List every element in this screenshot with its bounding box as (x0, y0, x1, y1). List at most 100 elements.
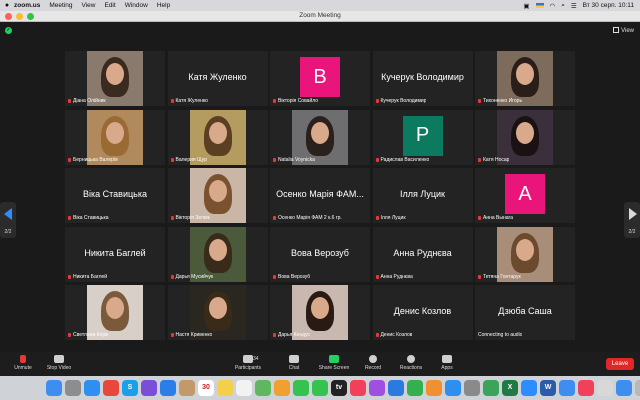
participant-tile[interactable]: В Вікторія Совайло (270, 51, 370, 106)
participant-name: Светлана Корж (73, 332, 109, 338)
security-shield-icon[interactable]: ✓ (5, 27, 12, 34)
participant-tile[interactable]: Катя Жуленко Катя Жуленко (167, 51, 268, 106)
apple-icon[interactable]: ● (0, 2, 14, 9)
zoom-icon[interactable] (521, 380, 537, 396)
appletv-icon[interactable]: tv (331, 380, 347, 396)
participant-tile[interactable]: Осенко Марія ФАМ... Осенко Марія ФАМ 2 к.… (270, 168, 370, 223)
viber-icon[interactable] (141, 380, 157, 396)
music2-icon[interactable] (578, 380, 594, 396)
participant-tile[interactable]: Дарья Мусийчук (167, 226, 268, 282)
video-camera-icon (54, 355, 64, 363)
participant-tile[interactable]: Вікторія Зелюк (167, 168, 268, 223)
muted-mic-icon (273, 157, 276, 162)
participant-tile[interactable]: Р Радислав Василенко (372, 109, 473, 165)
next-page-button[interactable]: 2/2 (624, 202, 640, 238)
view-button[interactable]: View (613, 27, 634, 34)
stop-video-button[interactable]: Stop Video (36, 355, 82, 371)
settings-icon[interactable] (464, 380, 480, 396)
participant-tile[interactable]: Валерия Щур (167, 109, 268, 165)
downloads-icon[interactable] (616, 380, 632, 396)
participant-display-name: Катя Жуленко (188, 72, 247, 82)
participant-avatar: А (505, 174, 545, 214)
clock[interactable]: Вт 30 серп. 10:11 (583, 2, 634, 9)
participant-tile[interactable]: Анна Руднєва Анна Руднєва (372, 226, 473, 282)
chrome-icon[interactable] (103, 380, 119, 396)
participant-gallery: Діана Олійник Катя Жуленко Катя Жуленко В Ві… (65, 51, 575, 341)
participants-button[interactable]: 34 Participants (225, 355, 271, 371)
photos-icon[interactable] (274, 380, 290, 396)
participant-label: Дарья Мусийчук (170, 274, 213, 280)
participant-display-name: Никита Баглей (84, 247, 146, 258)
participant-tile[interactable]: Тетяна Гонтарук (475, 226, 575, 282)
word-icon[interactable]: W (540, 380, 556, 396)
music-icon[interactable] (350, 380, 366, 396)
muted-mic-icon (273, 99, 276, 103)
window-title-bar: Zoom Meeting (0, 11, 640, 22)
participant-tile[interactable]: Вова Верозуб Вова Верозуб (270, 226, 370, 282)
podcasts-icon[interactable] (369, 380, 385, 396)
menu-app[interactable]: zoom.us (14, 2, 40, 9)
participant-tile[interactable]: Кучерук Володимир Кучерук Володимир (372, 51, 473, 106)
keynote-icon[interactable] (388, 380, 404, 396)
participant-tile[interactable]: Ілля Луцик Ілля Луцик (372, 168, 473, 223)
appstore-icon[interactable] (445, 380, 461, 396)
menu-window[interactable]: Window (125, 2, 148, 9)
numbers-icon[interactable] (407, 380, 423, 396)
chrome2-icon[interactable] (483, 380, 499, 396)
finder-icon[interactable] (46, 380, 62, 396)
participant-tile[interactable]: А Анна Вынага (475, 168, 575, 223)
excel-icon[interactable]: X (502, 380, 518, 396)
notes-icon[interactable] (217, 380, 233, 396)
mail-icon[interactable] (160, 380, 176, 396)
participant-name: Вікторія Зелюк (175, 215, 210, 221)
participant-tile[interactable]: Катя Носар (475, 109, 575, 165)
launchpad-icon[interactable] (65, 380, 81, 396)
dock-apps: S 30 tv X W (42, 377, 640, 399)
maps-icon[interactable] (255, 380, 271, 396)
calendar-icon[interactable]: 30 (198, 380, 214, 396)
participant-name: Вікторія Совайло (278, 98, 319, 104)
facetime-icon[interactable] (293, 380, 309, 396)
pages-icon[interactable] (426, 380, 442, 396)
menu-help[interactable]: Help (157, 2, 170, 9)
apps-button[interactable]: Apps (424, 355, 470, 371)
menu-edit[interactable]: Edit (104, 2, 115, 9)
participant-tile[interactable]: Тихоненко Игорь (475, 51, 575, 106)
participant-tile[interactable]: Настя Кривенко (167, 285, 268, 340)
participant-tile[interactable]: Віка Ставицька Віка Ставицька (65, 168, 165, 223)
control-center-icon[interactable]: ☰ (571, 2, 577, 10)
participant-tile[interactable]: Никита Баглей Никита Баглей (65, 226, 165, 282)
reminders-icon[interactable] (236, 380, 252, 396)
messages-icon[interactable] (312, 380, 328, 396)
trash-icon[interactable] (635, 380, 640, 396)
prev-page-button[interactable]: 2/2 (0, 202, 16, 238)
muted-mic-icon (68, 216, 71, 220)
participant-tile[interactable]: Светлана Корж (65, 285, 165, 340)
skype-icon[interactable]: S (122, 380, 138, 396)
wifi-icon[interactable]: ◠ (550, 2, 556, 10)
zoom-status-icon[interactable]: ▣ (523, 2, 529, 10)
safari-icon[interactable] (84, 380, 100, 396)
participant-tile[interactable]: Дарья Кендус (270, 285, 370, 340)
reactions-label: Reactions (399, 365, 423, 371)
pdf-icon[interactable] (597, 380, 613, 396)
participant-tile[interactable]: Дзюба Саша Connecting to audio (475, 285, 575, 340)
participant-label: Катя Носар (478, 157, 509, 163)
menu-meeting[interactable]: Meeting (49, 2, 72, 9)
participant-display-name: Дзюба Саша (498, 306, 552, 316)
participant-name: Катя Жуленко (175, 98, 208, 104)
participant-tile[interactable]: Діана Олійник (65, 51, 165, 106)
participant-tile[interactable]: Берницька Валерія (65, 109, 165, 165)
participant-tile[interactable]: Денис Козлов Денис Козлов (372, 285, 473, 340)
participant-label: Кучерук Володимир (375, 98, 426, 104)
participants-count: 34 (253, 356, 259, 362)
contacts-icon[interactable] (179, 380, 195, 396)
leave-button[interactable]: Leave (606, 358, 634, 370)
participant-label: Радислав Василенко (375, 157, 429, 163)
participant-tile[interactable]: Natalia Voynicka (270, 109, 370, 165)
keyboard-layout-icon[interactable] (535, 3, 544, 8)
search-icon[interactable]: ⌕ (561, 2, 565, 10)
finder2-icon[interactable] (559, 380, 575, 396)
menu-view[interactable]: View (82, 2, 96, 9)
meeting-toolbar: Unmute Stop Video 34 Participants Chat S… (0, 352, 640, 376)
